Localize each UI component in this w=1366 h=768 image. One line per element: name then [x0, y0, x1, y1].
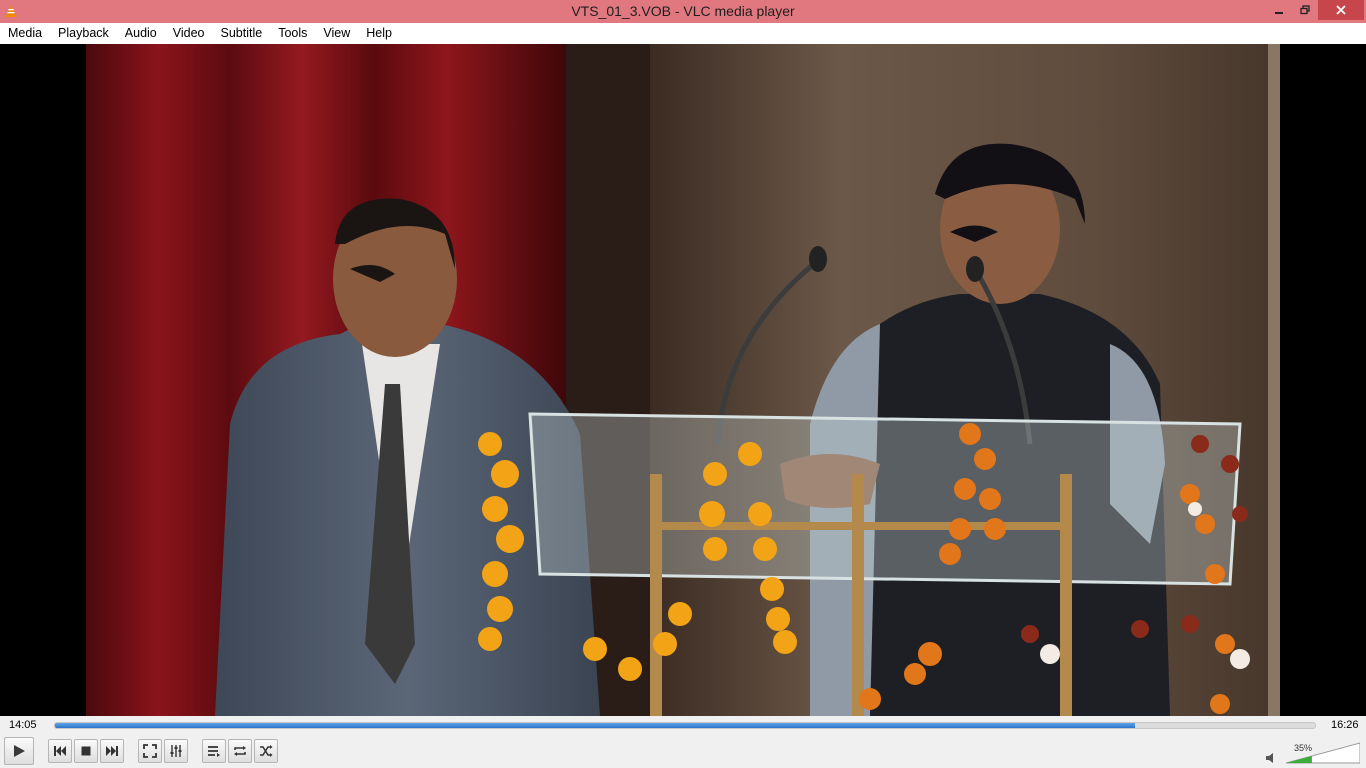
- video-frame: [0, 44, 1366, 716]
- total-time[interactable]: 16:26: [1331, 719, 1359, 731]
- menu-video[interactable]: Video: [165, 23, 213, 44]
- video-area[interactable]: [0, 44, 1366, 716]
- menu-view[interactable]: View: [315, 23, 358, 44]
- next-icon: [106, 746, 118, 756]
- window-title: VTS_01_3.VOB - VLC media player: [571, 3, 795, 19]
- seek-row: 14:05 16:26: [0, 716, 1366, 736]
- menu-tools[interactable]: Tools: [270, 23, 315, 44]
- stop-button[interactable]: [74, 739, 98, 763]
- loop-button[interactable]: [228, 739, 252, 763]
- restore-icon: [1300, 5, 1310, 15]
- title-bar[interactable]: VTS_01_3.VOB - VLC media player: [0, 0, 1366, 23]
- menu-subtitle[interactable]: Subtitle: [213, 23, 271, 44]
- seek-slider[interactable]: [54, 722, 1316, 729]
- shuffle-button[interactable]: [254, 739, 278, 763]
- menu-playback[interactable]: Playback: [50, 23, 117, 44]
- close-button[interactable]: [1318, 0, 1364, 20]
- previous-button[interactable]: [48, 739, 72, 763]
- speaker-icon[interactable]: [1265, 752, 1277, 764]
- vlc-window: VTS_01_3.VOB - VLC media player Media Pl…: [0, 0, 1366, 768]
- fullscreen-icon: [143, 744, 157, 758]
- minimize-icon: [1275, 12, 1283, 14]
- menu-help[interactable]: Help: [358, 23, 400, 44]
- fullscreen-button[interactable]: [138, 739, 162, 763]
- menu-audio[interactable]: Audio: [117, 23, 165, 44]
- loop-icon: [234, 746, 246, 756]
- stop-icon: [81, 746, 91, 756]
- minimize-button[interactable]: [1266, 0, 1292, 20]
- playlist-icon: [208, 746, 220, 757]
- menu-bar: Media Playback Audio Video Subtitle Tool…: [0, 23, 1366, 44]
- shuffle-icon: [260, 745, 273, 757]
- next-button[interactable]: [100, 739, 124, 763]
- seek-progress: [55, 723, 1135, 728]
- playlist-button[interactable]: [202, 739, 226, 763]
- previous-icon: [54, 746, 66, 756]
- volume-slider[interactable]: [1286, 742, 1360, 764]
- menu-media[interactable]: Media: [0, 23, 50, 44]
- play-icon: [14, 745, 25, 757]
- extended-settings-button[interactable]: [164, 739, 188, 763]
- restore-button[interactable]: [1292, 0, 1318, 20]
- elapsed-time[interactable]: 14:05: [9, 719, 37, 731]
- extended-settings-icon: [170, 745, 182, 757]
- close-icon: [1336, 5, 1346, 15]
- controls-bar: 35%: [0, 736, 1366, 768]
- play-button[interactable]: [4, 737, 34, 765]
